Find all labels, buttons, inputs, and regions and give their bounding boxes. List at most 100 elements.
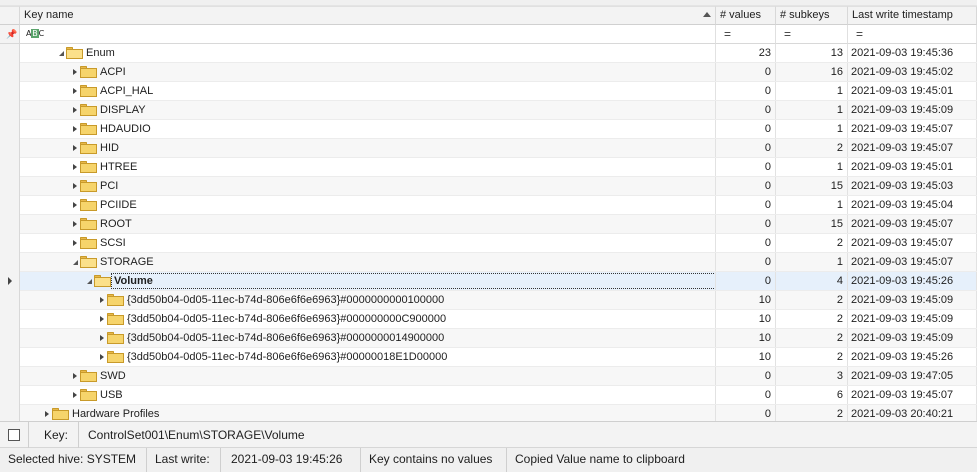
expand-arrow-icon[interactable] <box>73 164 77 170</box>
key-name-cell[interactable]: HTREE <box>20 158 716 176</box>
timestamp-cell[interactable]: 2021-09-03 19:45:26 <box>848 272 977 290</box>
values-cell[interactable]: 10 <box>716 329 776 347</box>
timestamp-cell[interactable]: 2021-09-03 19:45:07 <box>848 120 977 138</box>
values-cell[interactable]: 10 <box>716 291 776 309</box>
table-row[interactable]: ROOT 0 15 2021-09-03 19:45:07 <box>20 215 977 234</box>
timestamp-cell[interactable]: 2021-09-03 19:45:07 <box>848 139 977 157</box>
table-row[interactable]: {3dd50b04-0d05-11ec-b74d-806e6f6e6963}#0… <box>20 291 977 310</box>
key-name-cell[interactable]: PCI <box>20 177 716 195</box>
key-name-cell[interactable]: HID <box>20 139 716 157</box>
subkeys-cell[interactable]: 6 <box>776 386 848 404</box>
key-name-cell[interactable]: PCIIDE <box>20 196 716 214</box>
subkeys-cell[interactable]: 1 <box>776 101 848 119</box>
subkeys-cell[interactable]: 15 <box>776 177 848 195</box>
values-cell[interactable]: 0 <box>716 367 776 385</box>
table-row[interactable]: STORAGE 0 1 2021-09-03 19:45:07 <box>20 253 977 272</box>
table-row[interactable]: {3dd50b04-0d05-11ec-b74d-806e6f6e6963}#0… <box>20 310 977 329</box>
key-name-cell[interactable]: DISPLAY <box>20 101 716 119</box>
values-cell[interactable]: 10 <box>716 348 776 366</box>
key-name-cell[interactable]: STORAGE <box>20 253 716 271</box>
values-cell[interactable]: 0 <box>716 234 776 252</box>
key-name-cell[interactable]: Volume <box>20 272 716 290</box>
timestamp-cell[interactable]: 2021-09-03 19:45:09 <box>848 329 977 347</box>
table-row[interactable]: SWD 0 3 2021-09-03 19:47:05 <box>20 367 977 386</box>
key-name-cell[interactable]: USB <box>20 386 716 404</box>
table-row[interactable]: ACPI_HAL 0 1 2021-09-03 19:45:01 <box>20 82 977 101</box>
values-cell[interactable]: 0 <box>716 158 776 176</box>
subkeys-cell[interactable]: 2 <box>776 291 848 309</box>
table-row[interactable]: USB 0 6 2021-09-03 19:45:07 <box>20 386 977 405</box>
key-name-cell[interactable]: {3dd50b04-0d05-11ec-b74d-806e6f6e6963}#0… <box>20 291 716 309</box>
key-path-checkbox[interactable] <box>8 429 20 441</box>
values-cell[interactable]: 0 <box>716 63 776 81</box>
table-row[interactable]: {3dd50b04-0d05-11ec-b74d-806e6f6e6963}#0… <box>20 348 977 367</box>
table-row[interactable]: Enum 23 13 2021-09-03 19:45:36 <box>20 44 977 63</box>
expand-arrow-icon[interactable] <box>100 335 104 341</box>
subkeys-cell[interactable]: 13 <box>776 44 848 62</box>
table-row[interactable]: PCI 0 15 2021-09-03 19:45:03 <box>20 177 977 196</box>
timestamp-cell[interactable]: 2021-09-03 19:45:07 <box>848 234 977 252</box>
expand-arrow-icon[interactable] <box>100 297 104 303</box>
expand-arrow-icon[interactable] <box>73 145 77 151</box>
table-row[interactable]: SCSI 0 2 2021-09-03 19:45:07 <box>20 234 977 253</box>
timestamp-cell[interactable]: 2021-09-03 19:45:07 <box>848 386 977 404</box>
timestamp-cell[interactable]: 2021-09-03 19:45:09 <box>848 291 977 309</box>
collapse-arrow-icon[interactable] <box>73 260 78 265</box>
expand-arrow-icon[interactable] <box>100 316 104 322</box>
column-header-timestamp[interactable]: Last write timestamp <box>848 6 977 25</box>
values-cell[interactable]: 0 <box>716 139 776 157</box>
key-name-cell[interactable]: SWD <box>20 367 716 385</box>
column-header-key-name[interactable]: Key name <box>20 6 716 25</box>
timestamp-cell[interactable]: 2021-09-03 19:45:01 <box>848 158 977 176</box>
expand-arrow-icon[interactable] <box>73 126 77 132</box>
expand-arrow-icon[interactable] <box>73 88 77 94</box>
subkeys-cell[interactable]: 2 <box>776 348 848 366</box>
expand-arrow-icon[interactable] <box>73 107 77 113</box>
subkeys-cell[interactable]: 1 <box>776 158 848 176</box>
values-cell[interactable]: 0 <box>716 120 776 138</box>
table-row[interactable]: Volume 0 4 2021-09-03 19:45:26 <box>20 272 977 291</box>
values-cell[interactable]: 0 <box>716 82 776 100</box>
values-cell[interactable]: 0 <box>716 272 776 290</box>
column-header-subkeys[interactable]: # subkeys <box>776 6 848 25</box>
subkeys-cell[interactable]: 2 <box>776 234 848 252</box>
timestamp-cell[interactable]: 2021-09-03 20:40:21 <box>848 405 977 421</box>
table-row[interactable]: Hardware Profiles 0 2 2021-09-03 20:40:21 <box>20 405 977 421</box>
expand-arrow-icon[interactable] <box>45 411 49 417</box>
filter-cell-timestamp[interactable] <box>848 25 977 44</box>
values-cell[interactable]: 0 <box>716 386 776 404</box>
timestamp-cell[interactable]: 2021-09-03 19:45:01 <box>848 82 977 100</box>
subkeys-cell[interactable]: 16 <box>776 63 848 81</box>
subkeys-cell[interactable]: 15 <box>776 215 848 233</box>
key-name-cell[interactable]: SCSI <box>20 234 716 252</box>
key-name-cell[interactable]: Hardware Profiles <box>20 405 716 421</box>
expand-arrow-icon[interactable] <box>73 221 77 227</box>
table-row[interactable]: ACPI 0 16 2021-09-03 19:45:02 <box>20 63 977 82</box>
subkeys-cell[interactable]: 2 <box>776 405 848 421</box>
table-row[interactable]: HID 0 2 2021-09-03 19:45:07 <box>20 139 977 158</box>
subkeys-cell[interactable]: 1 <box>776 196 848 214</box>
timestamp-cell[interactable]: 2021-09-03 19:45:04 <box>848 196 977 214</box>
values-cell[interactable]: 0 <box>716 196 776 214</box>
values-cell[interactable]: 23 <box>716 44 776 62</box>
key-name-cell[interactable]: ACPI <box>20 63 716 81</box>
expand-arrow-icon[interactable] <box>73 202 77 208</box>
collapse-arrow-icon[interactable] <box>59 51 64 56</box>
key-name-cell[interactable]: Enum <box>20 44 716 62</box>
key-name-cell[interactable]: ACPI_HAL <box>20 82 716 100</box>
expand-arrow-icon[interactable] <box>73 392 77 398</box>
collapse-arrow-icon[interactable] <box>87 279 92 284</box>
timestamp-cell[interactable]: 2021-09-03 19:45:03 <box>848 177 977 195</box>
expand-arrow-icon[interactable] <box>73 240 77 246</box>
timestamp-cell[interactable]: 2021-09-03 19:45:36 <box>848 44 977 62</box>
timestamp-cell[interactable]: 2021-09-03 19:45:09 <box>848 310 977 328</box>
column-header-values[interactable]: # values <box>716 6 776 25</box>
expand-arrow-icon[interactable] <box>100 354 104 360</box>
timestamp-cell[interactable]: 2021-09-03 19:47:05 <box>848 367 977 385</box>
key-name-cell[interactable]: {3dd50b04-0d05-11ec-b74d-806e6f6e6963}#0… <box>20 348 716 366</box>
values-cell[interactable]: 0 <box>716 215 776 233</box>
subkeys-cell[interactable]: 3 <box>776 367 848 385</box>
timestamp-cell[interactable]: 2021-09-03 19:45:26 <box>848 348 977 366</box>
subkeys-cell[interactable]: 2 <box>776 139 848 157</box>
values-cell[interactable]: 0 <box>716 177 776 195</box>
